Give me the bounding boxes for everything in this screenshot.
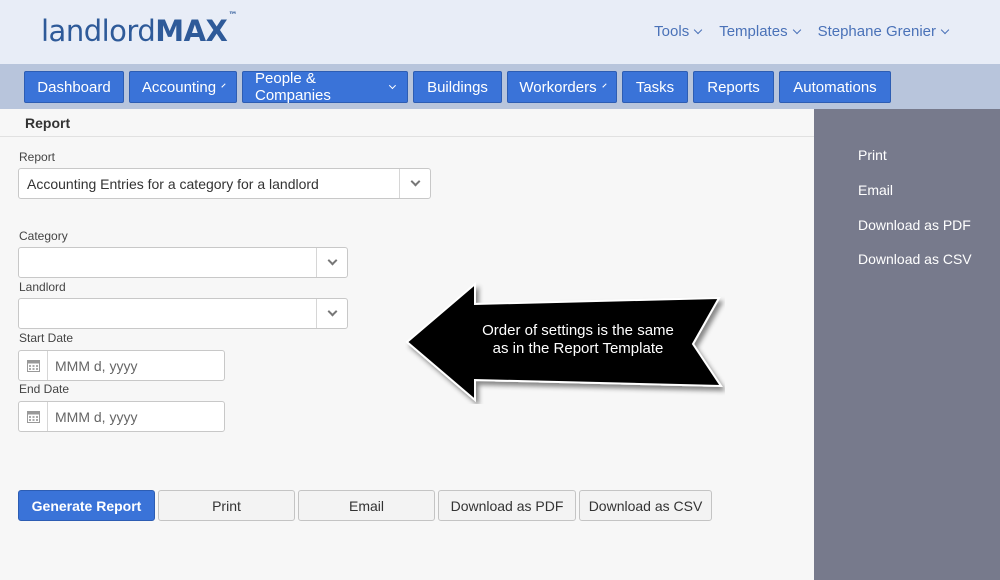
- user-menu[interactable]: Stephane Grenier: [818, 23, 950, 40]
- start-date-field[interactable]: [18, 350, 225, 381]
- sidebar-print-link[interactable]: Print: [858, 147, 887, 163]
- nav-buildings[interactable]: Buildings: [413, 71, 502, 103]
- print-button[interactable]: Print: [158, 490, 295, 521]
- report-dropdown-toggle[interactable]: [399, 169, 430, 198]
- sidebar-email-link[interactable]: Email: [858, 182, 893, 198]
- chevron-down-icon: [327, 255, 337, 266]
- tools-menu[interactable]: Tools: [654, 23, 703, 40]
- sidebar-download-csv-link[interactable]: Download as CSV: [858, 251, 972, 267]
- chevron-down-icon: [693, 25, 703, 34]
- start-date-input[interactable]: [48, 357, 208, 374]
- landlord-dropdown-toggle[interactable]: [316, 299, 347, 328]
- nav-tasks[interactable]: Tasks: [622, 71, 688, 103]
- category-label: Category: [19, 229, 68, 243]
- chevron-down-icon: [221, 82, 226, 88]
- end-date-input[interactable]: [48, 408, 208, 425]
- landlord-label: Landlord: [19, 280, 66, 294]
- nav-people-companies[interactable]: People & Companies: [242, 70, 408, 104]
- chevron-down-icon: [389, 81, 397, 89]
- templates-menu[interactable]: Templates: [719, 23, 801, 40]
- chevron-down-icon: [327, 306, 337, 317]
- report-label: Report: [19, 150, 56, 164]
- annotation-text: Order of settings is the same as in the …: [482, 322, 674, 357]
- main-nav-bar: Dashboard Accounting People & Companies …: [0, 64, 1000, 109]
- nav-workorders[interactable]: Workorders: [507, 71, 617, 103]
- calendar-icon[interactable]: [19, 402, 48, 431]
- category-select[interactable]: [18, 247, 348, 278]
- download-csv-button[interactable]: Download as CSV: [579, 490, 712, 521]
- nav-dashboard[interactable]: Dashboard: [24, 71, 124, 103]
- landlord-select[interactable]: [18, 298, 348, 329]
- nav-reports[interactable]: Reports: [693, 71, 774, 103]
- report-select-value: Accounting Entries for a category for a …: [27, 175, 319, 192]
- nav-accounting[interactable]: Accounting: [129, 71, 237, 103]
- download-pdf-button[interactable]: Download as PDF: [438, 490, 576, 521]
- sidebar-download-pdf-link[interactable]: Download as PDF: [858, 217, 971, 233]
- top-links: Tools Templates Stephane Grenier: [654, 23, 950, 40]
- nav-automations[interactable]: Automations: [779, 71, 891, 103]
- start-date-label: Start Date: [19, 331, 74, 345]
- landlordmax-logo[interactable]: landlordMAX™: [41, 11, 237, 48]
- calendar-icon[interactable]: [19, 351, 48, 380]
- end-date-label: End Date: [19, 382, 70, 396]
- email-button[interactable]: Email: [298, 490, 435, 521]
- chevron-down-icon: [792, 25, 801, 34]
- page-title: Report: [25, 115, 71, 131]
- report-select[interactable]: Accounting Entries for a category for a …: [18, 168, 431, 199]
- category-dropdown-toggle[interactable]: [316, 248, 347, 277]
- app-header: landlordMAX™ Tools Templates Stephane Gr…: [0, 0, 1000, 64]
- actions-sidebar: Print Email Download as PDF Download as …: [814, 109, 1000, 580]
- end-date-field[interactable]: [18, 401, 225, 432]
- chevron-down-icon: [940, 25, 950, 34]
- divider: [0, 136, 814, 137]
- chevron-down-icon: [410, 176, 420, 187]
- chevron-down-icon: [602, 82, 607, 88]
- generate-report-button[interactable]: Generate Report: [18, 490, 155, 521]
